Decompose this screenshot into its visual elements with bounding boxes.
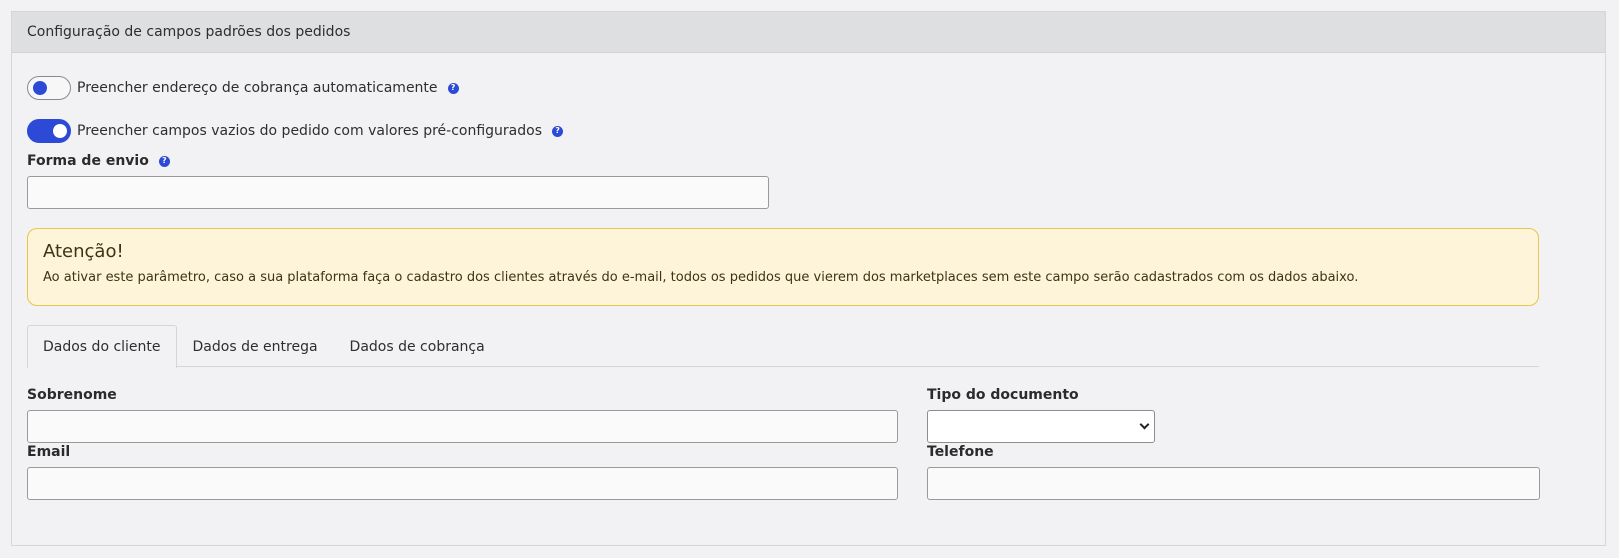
tab-delivery-data[interactable]: Dados de entrega — [177, 325, 334, 367]
toggle-knob — [33, 81, 47, 95]
last-name-label-row: Sobrenome — [27, 387, 117, 403]
toggle-row-billing-address: Preencher endereço de cobrança automatic… — [27, 76, 459, 100]
panel-header: Configuração de campos padrões dos pedid… — [12, 12, 1605, 53]
tab-customer-data[interactable]: Dados do cliente — [27, 325, 177, 368]
shipping-method-label-row: Forma de envio ? — [27, 153, 170, 169]
fill-empty-fields-toggle[interactable] — [27, 119, 71, 143]
tab-label: Dados do cliente — [43, 339, 161, 355]
phone-input[interactable] — [927, 467, 1540, 500]
toggle-knob — [53, 124, 67, 138]
question-circle-icon[interactable]: ? — [552, 125, 564, 137]
phone-label-row: Telefone — [927, 444, 994, 460]
question-circle-icon[interactable]: ? — [447, 82, 459, 94]
default-fields-panel: Configuração de campos padrões dos pedid… — [11, 11, 1606, 546]
toggle-row-fill-empty-fields: Preencher campos vazios do pedido com va… — [27, 119, 564, 143]
panel-title: Configuração de campos padrões dos pedid… — [27, 24, 351, 40]
document-type-select[interactable] — [927, 410, 1155, 443]
alert-title: Atenção! — [43, 241, 124, 262]
shipping-method-input[interactable] — [27, 176, 769, 209]
email-input[interactable] — [27, 467, 898, 500]
billing-address-toggle[interactable] — [27, 76, 71, 100]
last-name-input[interactable] — [27, 410, 898, 443]
warning-alert: Atenção! Ao ativar este parâmetro, caso … — [27, 228, 1539, 306]
email-label: Email — [27, 444, 71, 460]
fill-empty-fields-toggle-label: Preencher campos vazios do pedido com va… — [77, 123, 543, 139]
document-type-label: Tipo do documento — [927, 387, 1079, 403]
last-name-label: Sobrenome — [27, 387, 117, 403]
document-type-label-row: Tipo do documento — [927, 387, 1079, 403]
phone-label: Telefone — [927, 444, 994, 460]
shipping-method-label: Forma de envio — [27, 153, 149, 169]
tab-label: Dados de cobrança — [349, 338, 485, 355]
billing-address-toggle-label: Preencher endereço de cobrança automatic… — [77, 80, 438, 96]
chevron-down-icon — [1139, 419, 1150, 430]
tab-billing-data[interactable]: Dados de cobrança — [334, 325, 501, 367]
email-label-row: Email — [27, 444, 70, 460]
customer-data-tabs: Dados do cliente Dados de entrega Dados … — [27, 325, 1539, 368]
tab-label: Dados de entrega — [192, 338, 318, 355]
alert-text: Ao ativar este parâmetro, caso a sua pla… — [43, 270, 1359, 285]
question-circle-icon[interactable]: ? — [158, 155, 170, 167]
